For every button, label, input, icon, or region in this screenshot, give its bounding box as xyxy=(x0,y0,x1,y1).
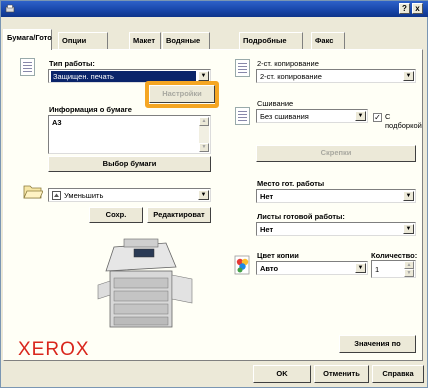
copy-color-dropdown[interactable]: Авто ▼ xyxy=(256,261,368,275)
quantity-stepper[interactable]: 1 ▲ ▼ xyxy=(371,260,416,278)
quantity-value: 1 xyxy=(375,265,380,274)
printer-illustration xyxy=(97,238,193,328)
copy-color-label: Цвет копии xyxy=(257,251,299,260)
stapling-value: Без сшивания xyxy=(260,112,309,121)
output-value: Нет xyxy=(260,192,274,201)
paper-info-box[interactable]: A3 ▲ ▼ xyxy=(48,115,211,154)
cancel-button[interactable]: Отменить xyxy=(314,365,369,383)
tab-paper-output[interactable]: Бумага/Гото xyxy=(3,29,52,50)
duplex-icon xyxy=(235,59,250,77)
help-button[interactable]: Справка xyxy=(372,365,424,383)
tab-watermarks[interactable]: Водяные xyxy=(162,32,210,49)
chevron-down-icon: ▼ xyxy=(355,263,366,273)
duplex-value: 2-ст. копирование xyxy=(260,72,322,81)
favorites-value: Уменьшить xyxy=(64,191,104,200)
edit-button[interactable]: Редактироват xyxy=(147,207,211,223)
copy-color-value: Авто xyxy=(260,264,279,273)
staples-button[interactable]: Скрепки xyxy=(256,145,416,162)
reduce-icon xyxy=(52,191,61,200)
select-paper-button[interactable]: Выбор бумаги xyxy=(48,156,211,172)
scroll-down-icon[interactable]: ▼ xyxy=(199,143,209,152)
xerox-logo: XEROX xyxy=(18,339,90,360)
chevron-down-icon: ▼ xyxy=(198,190,209,200)
printer-app-icon xyxy=(5,4,15,13)
finished-sheets-dropdown[interactable]: Нет ▼ xyxy=(256,222,416,236)
defaults-button[interactable]: Значения по xyxy=(339,335,416,353)
title-bar: ? x xyxy=(1,1,428,17)
chevron-down-icon: ▼ xyxy=(403,224,414,234)
tab-options[interactable]: Опции xyxy=(58,32,108,49)
duplex-label: 2-ст. копирование xyxy=(257,59,319,68)
tab-layout[interactable]: Макет xyxy=(129,32,161,49)
print-dialog: ? x Бумага/Гото Опции Макет Водяные Подр… xyxy=(0,0,428,388)
output-dropdown[interactable]: Нет ▼ xyxy=(256,189,416,203)
increment-icon[interactable]: ▲ xyxy=(404,261,414,269)
ok-button[interactable]: OK xyxy=(253,365,311,383)
job-type-label: Тип работы: xyxy=(49,59,95,68)
highlight-frame xyxy=(145,81,219,108)
close-title-button[interactable]: x xyxy=(412,3,423,14)
collate-label: С подборкой xyxy=(385,112,422,130)
chevron-down-icon: ▼ xyxy=(355,111,366,121)
chevron-down-icon: ▼ xyxy=(403,71,414,81)
duplex-dropdown[interactable]: 2-ст. копирование ▼ xyxy=(256,69,416,83)
tab-fax[interactable]: Факс xyxy=(311,32,345,49)
scrollbar[interactable]: ▲ ▼ xyxy=(199,117,209,152)
finished-sheets-label: Листы готовой работы: xyxy=(257,212,345,221)
output-label: Место гот. работы xyxy=(257,179,325,188)
folder-icon xyxy=(23,185,43,199)
tab-advanced[interactable]: Подробные xyxy=(239,32,303,49)
help-title-button[interactable]: ? xyxy=(399,3,410,14)
chevron-down-icon: ▼ xyxy=(403,191,414,201)
color-palette-icon xyxy=(234,255,250,275)
paper-info-label: Информация о бумаге xyxy=(49,105,132,114)
chevron-down-icon: ▼ xyxy=(198,71,209,81)
stapling-icon xyxy=(235,107,250,125)
scroll-up-icon[interactable]: ▲ xyxy=(199,117,209,126)
collate-checkbox[interactable]: ✓ xyxy=(373,113,382,122)
save-button[interactable]: Сохр. xyxy=(89,207,143,223)
quantity-label: Количество: xyxy=(371,251,418,260)
stapling-label: Сшивание xyxy=(257,99,294,108)
stapling-dropdown[interactable]: Без сшивания ▼ xyxy=(256,109,368,123)
tab-strip: Бумага/Гото Опции Макет Водяные Подробны… xyxy=(1,27,428,51)
document-icon xyxy=(20,58,35,76)
finished-sheets-value: Нет xyxy=(260,225,274,234)
decrement-icon[interactable]: ▼ xyxy=(404,269,414,277)
paper-info-value: A3 xyxy=(52,118,62,127)
favorites-dropdown[interactable]: Уменьшить ▼ xyxy=(48,188,211,202)
